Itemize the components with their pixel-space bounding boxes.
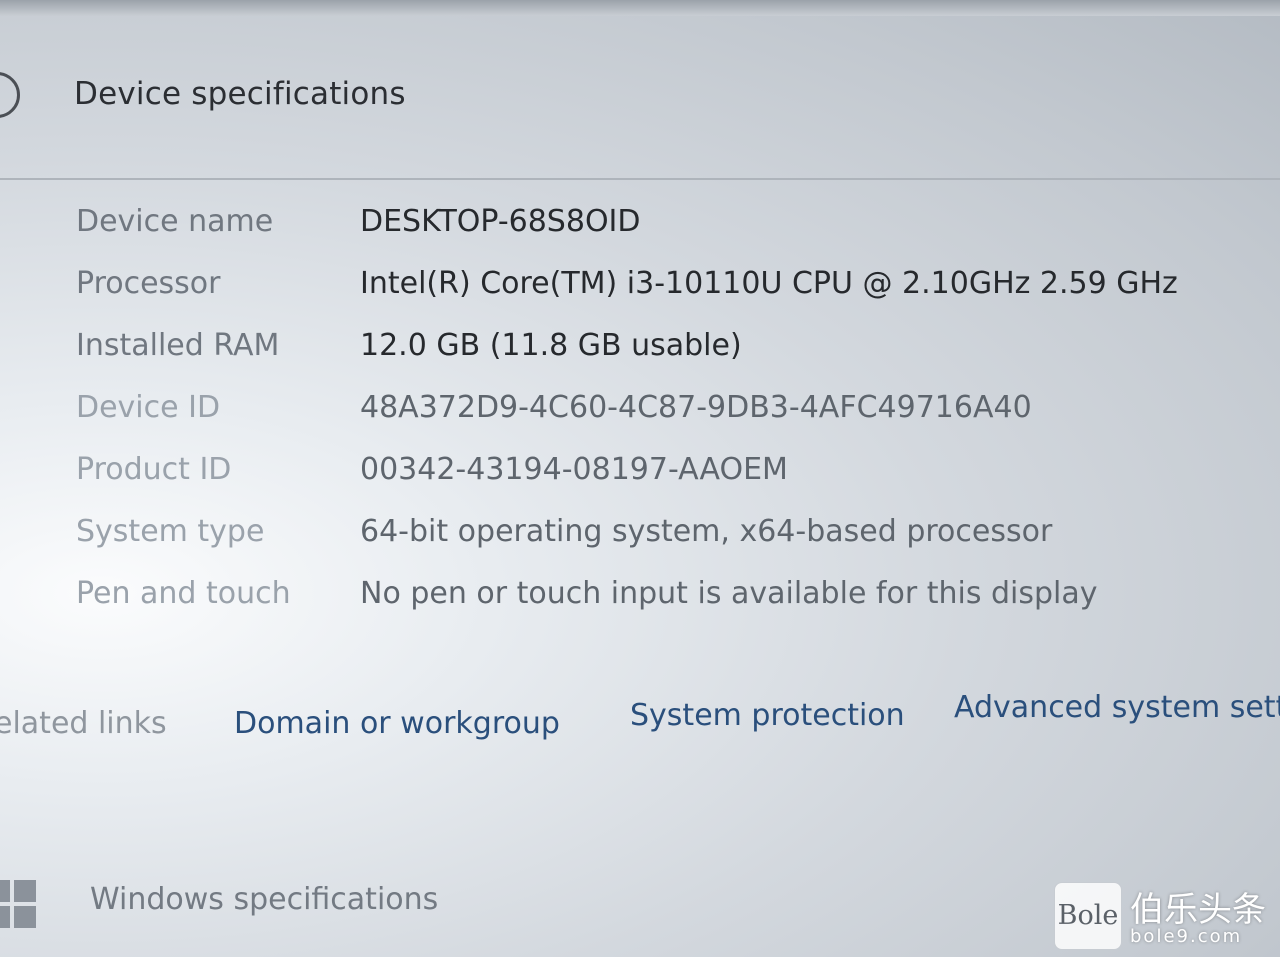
windows-logo-icon [0, 880, 36, 928]
spec-value: 48A372D9-4C60-4C87-9DB3-4AFC49716A40 [360, 390, 1032, 425]
spec-row-product-id: Product ID 00342-43194-08197-AAOEM [0, 452, 1280, 502]
system-protection-link[interactable]: System protection [630, 698, 905, 733]
spec-row-system-type: System type 64-bit operating system, x64… [0, 514, 1280, 564]
spec-value: DESKTOP-68S8OID [360, 204, 641, 239]
spec-row-installed-ram: Installed RAM 12.0 GB (11.8 GB usable) [0, 328, 1280, 378]
watermark-logo: Bole [1054, 882, 1122, 950]
device-specs-list: Device name DESKTOP-68S8OID Processor In… [0, 0, 1280, 957]
windows-specifications-title: Windows specifications [90, 882, 439, 917]
spec-row-processor: Processor Intel(R) Core(TM) i3-10110U CP… [0, 266, 1280, 316]
spec-value: 12.0 GB (11.8 GB usable) [360, 328, 742, 363]
spec-label: System type [76, 514, 265, 549]
spec-label: Product ID [76, 452, 232, 487]
spec-label: Pen and touch [76, 576, 291, 611]
related-links: elated links Domain or workgroup System … [0, 688, 1280, 748]
spec-value: No pen or touch input is available for t… [360, 576, 1098, 611]
watermark-name: 伯乐头条 [1130, 890, 1266, 930]
spec-row-pen-and-touch: Pen and touch No pen or touch input is a… [0, 576, 1280, 626]
spec-row-device-name: Device name DESKTOP-68S8OID [0, 204, 1280, 254]
spec-row-device-id: Device ID 48A372D9-4C60-4C87-9DB3-4AFC49… [0, 390, 1280, 440]
spec-value: 64-bit operating system, x64-based proce… [360, 514, 1053, 549]
watermark-url: bole9.com [1130, 926, 1243, 947]
spec-label: Device ID [76, 390, 221, 425]
watermark: Bole 伯乐头条 bole9.com [1054, 882, 1274, 952]
spec-label: Device name [76, 204, 274, 239]
spec-value: 00342-43194-08197-AAOEM [360, 452, 788, 487]
advanced-system-settings-link[interactable]: Advanced system settir [954, 690, 1280, 725]
spec-label: Processor [76, 266, 221, 301]
spec-value: Intel(R) Core(TM) i3-10110U CPU @ 2.10GH… [360, 266, 1178, 301]
domain-or-workgroup-link[interactable]: Domain or workgroup [234, 706, 560, 741]
related-links-label: elated links [0, 706, 167, 741]
spec-label: Installed RAM [76, 328, 280, 363]
